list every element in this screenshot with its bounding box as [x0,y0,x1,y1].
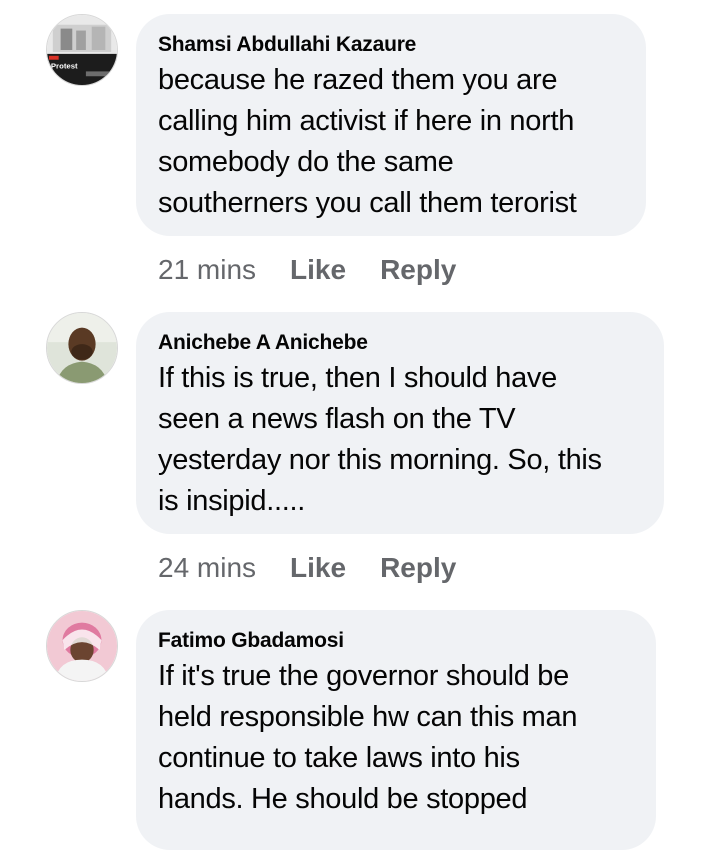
comment-actions: 21 mins Like Reply [158,253,456,287]
like-button[interactable]: Like [290,254,346,285]
like-button[interactable]: Like [290,552,346,583]
comment-text-line: held responsible hw can this man [158,701,578,733]
reply-button[interactable]: Reply [380,254,456,285]
comment-text-line: hands. He should be stopped [158,783,528,815]
comment-text-line: yesterday nor this morning. So, this [158,444,602,476]
comment-author[interactable]: Fatimo Gbadamosi [158,628,634,654]
comment-text-line: If this is true, then I should have [158,362,557,394]
comment-bubble: Shamsi Abdullahi Kazaure because he raze… [136,14,646,236]
avatar[interactable] [46,610,118,682]
comment-text: because he razed them you are calling hi… [158,60,624,224]
comment-timestamp[interactable]: 21 mins [158,254,256,285]
comment-text-line: seen a news flash on the TV [158,403,516,435]
comment-text-line: continue to take laws into his [158,742,520,774]
comment-text-line: is insipid..... [158,485,305,517]
avatar-text: Protest [51,61,78,70]
comment-author[interactable]: Shamsi Abdullahi Kazaure [158,32,624,58]
comment-bubble: Fatimo Gbadamosi If it's true the govern… [136,610,656,850]
comment-text: If this is true, then I should have seen… [158,358,642,522]
comment-text: If it's true the governor should be held… [158,656,634,820]
reply-button[interactable]: Reply [380,552,456,583]
avatar[interactable] [46,312,118,384]
comment-text-line: calling him activist if here in north [158,105,575,137]
user-avatar-image-icon [47,611,117,681]
avatar[interactable]: Protest [46,14,118,86]
comment-text-line: because he razed them you are [158,64,558,96]
comment-text-line: southerners you call them terorist [158,187,577,219]
comment-author[interactable]: Anichebe A Anichebe [158,330,642,356]
comment-text-line: If it's true the governor should be [158,660,569,692]
comment-actions: 24 mins Like Reply [158,551,456,585]
comment-text-line: somebody do the same [158,146,454,178]
user-avatar-image-icon [47,313,117,383]
comment-bubble: Anichebe A Anichebe If this is true, the… [136,312,664,534]
comment-timestamp[interactable]: 24 mins [158,552,256,583]
user-avatar-image-icon: Protest [47,15,117,85]
